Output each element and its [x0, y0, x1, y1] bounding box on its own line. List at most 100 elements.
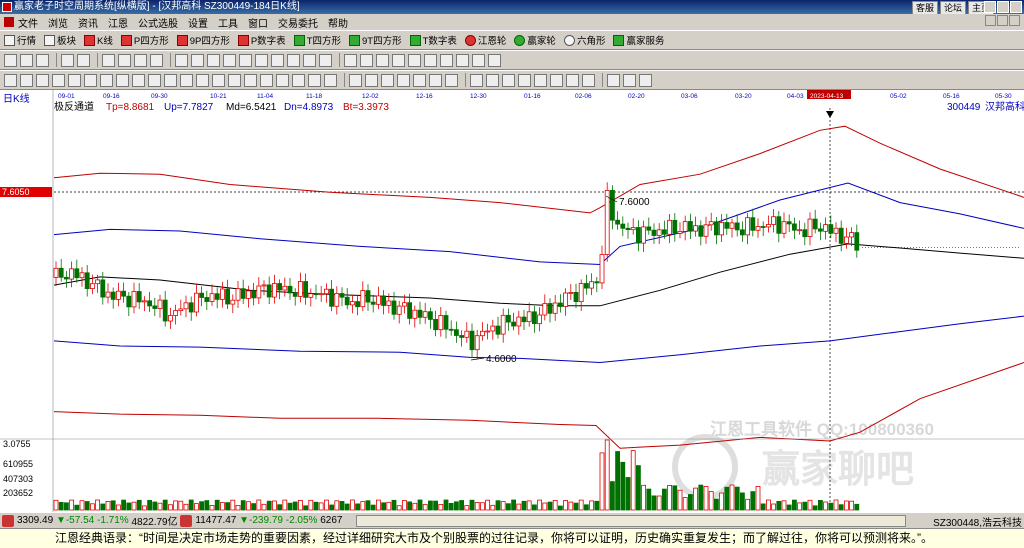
draw-5-icon[interactable] [68, 73, 81, 87]
draw-27-icon[interactable] [429, 73, 442, 87]
tool-t-square[interactable]: T四方形 [293, 33, 341, 47]
draw-23-icon[interactable] [365, 73, 378, 87]
mdi-restore-icon[interactable] [997, 15, 1008, 26]
tool-kline[interactable]: K线 [84, 33, 113, 47]
check-icon[interactable] [392, 53, 405, 67]
draw-30-icon[interactable] [486, 73, 499, 87]
diamond-8-icon[interactable] [287, 53, 300, 67]
help-icon[interactable] [61, 53, 74, 67]
tool-gann-wheel[interactable]: 江恩轮 [464, 33, 506, 47]
day-period-icon[interactable] [4, 53, 17, 67]
draw-36-icon[interactable] [582, 73, 595, 87]
draw-8-icon[interactable] [116, 73, 129, 87]
draw-34-icon[interactable] [550, 73, 563, 87]
diamond-9-icon[interactable] [303, 53, 316, 67]
draw-39-icon[interactable] [639, 73, 652, 87]
draw-28-icon[interactable] [445, 73, 458, 87]
menu-formula[interactable]: 公式选股 [138, 15, 178, 30]
select-icon[interactable] [36, 53, 49, 67]
draw-38-icon[interactable] [623, 73, 636, 87]
minimize-icon[interactable] [984, 1, 996, 13]
prev-icon[interactable] [118, 53, 131, 67]
draw-3-icon[interactable] [36, 73, 49, 87]
menu-news[interactable]: 资讯 [78, 15, 98, 30]
tool-p-square[interactable]: P四方形 [120, 33, 169, 47]
mdi-minimize-icon[interactable] [985, 15, 996, 26]
draw-33-icon[interactable] [534, 73, 547, 87]
draw-6-icon[interactable] [84, 73, 97, 87]
menu-trade[interactable]: 交易委托 [278, 15, 318, 30]
tool-f-icon[interactable] [488, 53, 501, 67]
draw-1-icon[interactable] [4, 73, 17, 87]
tool-quotes[interactable]: 行情 [4, 33, 36, 47]
draw-15-icon[interactable] [228, 73, 241, 87]
menu-browse[interactable]: 浏览 [48, 15, 68, 30]
diamond-10-icon[interactable] [319, 53, 332, 67]
tool-9p-square[interactable]: 9P四方形 [176, 33, 230, 47]
draw-20-icon[interactable] [308, 73, 321, 87]
draw-18-icon[interactable] [276, 73, 289, 87]
tool-sectors[interactable]: 板块 [44, 33, 76, 47]
draw-14-icon[interactable] [212, 73, 225, 87]
tool-p-table[interactable]: P数字表 [237, 33, 286, 47]
diamond-2-icon[interactable] [191, 53, 204, 67]
menu-gann[interactable]: 江恩 [108, 15, 128, 30]
tool-winner-wheel[interactable]: 赢家轮 [514, 33, 556, 47]
hand-icon[interactable] [344, 53, 357, 67]
clear-icon[interactable] [77, 53, 90, 67]
next-icon[interactable] [134, 53, 147, 67]
tool-t-table[interactable]: T数字表 [409, 33, 457, 47]
menu-settings[interactable]: 设置 [188, 15, 208, 30]
draw-9-icon[interactable] [132, 73, 145, 87]
kline-chart[interactable]: 09-01 09-16 09-30 10-21 11-04 11-18 12-02 12-16… [0, 90, 1024, 512]
diamond-4-icon[interactable] [223, 53, 236, 67]
tool-c-icon[interactable] [440, 53, 453, 67]
tool-e-icon[interactable] [472, 53, 485, 67]
tool-a-icon[interactable] [408, 53, 421, 67]
draw-21-icon[interactable] [324, 73, 337, 87]
draw-11-icon[interactable] [164, 73, 177, 87]
draw-22-icon[interactable] [349, 73, 362, 87]
draw-25-icon[interactable] [397, 73, 410, 87]
draw-13-icon[interactable] [196, 73, 209, 87]
draw-26-icon[interactable] [413, 73, 426, 87]
draw-32-icon[interactable] [518, 73, 531, 87]
draw-19-icon[interactable] [292, 73, 305, 87]
menu-window[interactable]: 窗口 [248, 15, 268, 30]
draw-17-icon[interactable] [260, 73, 273, 87]
kline-chart-panel[interactable]: 09-01 09-16 09-30 10-21 11-04 11-18 12-02 12-16… [0, 90, 1024, 512]
tool-hexagon[interactable]: 六角形 [563, 33, 605, 47]
draw-31-icon[interactable] [502, 73, 515, 87]
draw-4-icon[interactable] [52, 73, 65, 87]
draw-7-icon[interactable] [100, 73, 113, 87]
tool-9t-square[interactable]: 9T四方形 [349, 33, 402, 47]
link-support[interactable]: 客服 [911, 1, 938, 15]
diamond-3-icon[interactable] [207, 53, 220, 67]
tool-d-icon[interactable] [456, 53, 469, 67]
draw-16-icon[interactable] [244, 73, 257, 87]
line-icon[interactable] [376, 53, 389, 67]
maximize-icon[interactable] [997, 1, 1009, 13]
draw-37-icon[interactable] [607, 73, 620, 87]
draw-10-icon[interactable] [148, 73, 161, 87]
diamond-6-icon[interactable] [255, 53, 268, 67]
mdi-close-icon[interactable] [1009, 15, 1020, 26]
draw-24-icon[interactable] [381, 73, 394, 87]
draw-29-icon[interactable] [470, 73, 483, 87]
draw-2-icon[interactable] [20, 73, 33, 87]
menu-tools[interactable]: 工具 [218, 15, 238, 30]
chart-type-icon[interactable] [20, 53, 33, 67]
last-icon[interactable] [150, 53, 163, 67]
tool-winner-service[interactable]: 赢家服务 [613, 33, 664, 47]
draw-12-icon[interactable] [180, 73, 193, 87]
first-icon[interactable] [102, 53, 115, 67]
diamond-7-icon[interactable] [271, 53, 284, 67]
menu-help[interactable]: 帮助 [328, 15, 348, 30]
close-icon[interactable] [1010, 1, 1022, 13]
diamond-1-icon[interactable] [175, 53, 188, 67]
link-forum[interactable]: 论坛 [939, 1, 966, 15]
tool-b-icon[interactable] [424, 53, 437, 67]
menu-file[interactable]: 文件 [18, 15, 38, 30]
diamond-5-icon[interactable] [239, 53, 252, 67]
draw-35-icon[interactable] [566, 73, 579, 87]
